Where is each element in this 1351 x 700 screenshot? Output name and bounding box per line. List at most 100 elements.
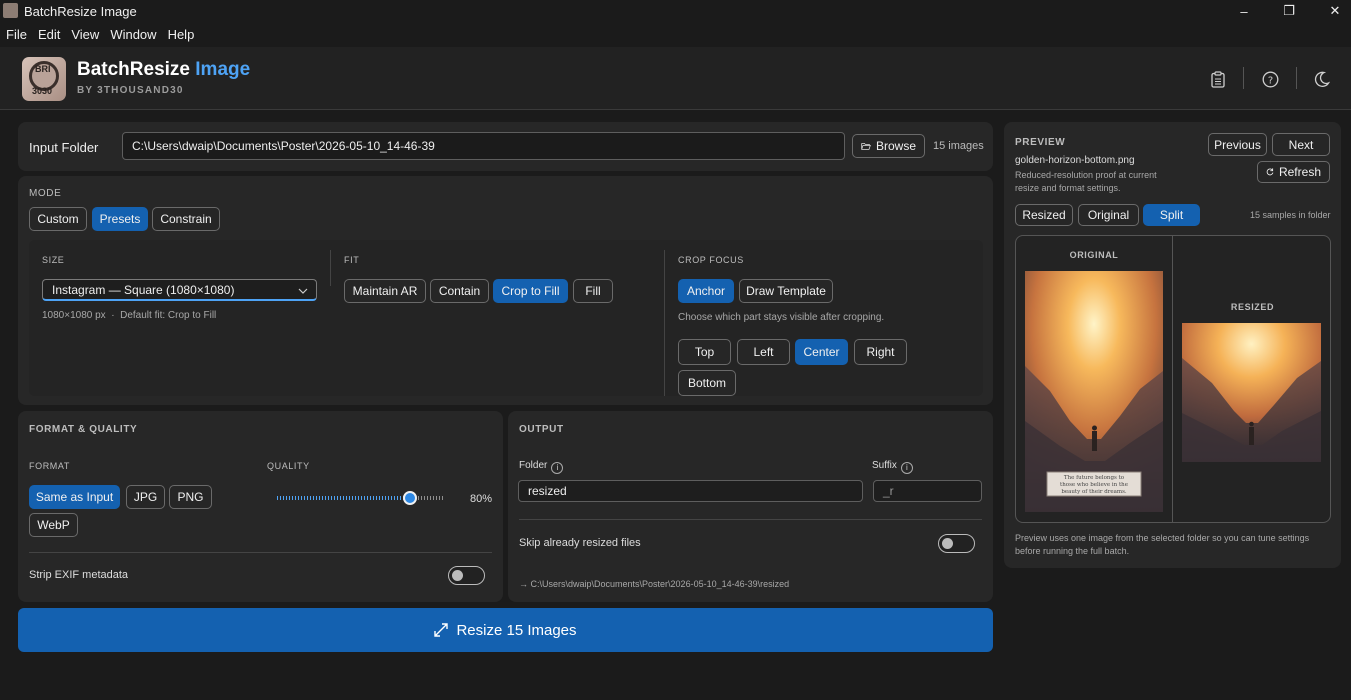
logo-top-text: BRI: [35, 64, 51, 74]
refresh-button[interactable]: Refresh: [1257, 161, 1330, 183]
size-hint: 1080×1080 px · Default fit: Crop to Fill: [42, 310, 217, 321]
samples-count: 15 samples in folder: [1250, 210, 1331, 220]
suffix-field[interactable]: _r: [873, 480, 982, 502]
menu-file[interactable]: File: [6, 27, 27, 42]
mode-panel: MODE Custom Presets Constrain SIZE Insta…: [18, 176, 993, 405]
strip-exif-toggle[interactable]: [448, 566, 485, 585]
expand-arrows-icon: [434, 623, 449, 637]
header-divider: [1296, 67, 1297, 89]
view-resized-button[interactable]: Resized: [1015, 204, 1073, 226]
menu-window[interactable]: Window: [110, 27, 156, 42]
suffix-label: Suffix: [872, 460, 897, 471]
theme-moon-icon[interactable]: [1312, 69, 1332, 89]
view-original-button[interactable]: Original: [1078, 204, 1139, 226]
next-button[interactable]: Next: [1272, 133, 1330, 156]
info-icon[interactable]: i: [551, 462, 564, 474]
previous-button[interactable]: Previous: [1208, 133, 1267, 156]
quote-line-1: The future belongs to: [1064, 475, 1125, 481]
crop-heading: CROP FOCUS: [678, 255, 744, 265]
resized-image: [1182, 323, 1321, 462]
format-png-button[interactable]: PNG: [169, 485, 212, 509]
app-icon: [3, 3, 18, 18]
anchor-right-button[interactable]: Right: [854, 339, 907, 365]
anchor-bottom-button[interactable]: Bottom: [678, 370, 736, 396]
crop-anchor-button[interactable]: Anchor: [678, 279, 734, 303]
output-panel: OUTPUT Folder i resized Suffix i _r Skip a…: [508, 411, 993, 602]
menu-help[interactable]: Help: [168, 27, 195, 42]
resize-images-button[interactable]: Resize 15 Images: [18, 608, 993, 652]
output-folder-field[interactable]: resized: [518, 480, 863, 502]
info-icon[interactable]: i: [900, 462, 913, 474]
window-title: BatchResize Image: [24, 4, 137, 19]
preview-panel: PREVIEW golden-horizon-bottom.png Reduce…: [1004, 122, 1341, 568]
menu-bar: File Edit View Window Help: [0, 22, 1351, 46]
split-preview: ORIGINAL The future belongs to those who…: [1015, 235, 1331, 523]
chevron-down-icon: [298, 288, 308, 294]
fit-maintain-ar-button[interactable]: Maintain AR: [344, 279, 426, 303]
quality-heading: QUALITY: [267, 461, 310, 471]
divider: [330, 250, 331, 286]
refresh-icon: [1266, 168, 1274, 176]
byline: BY 3THOUSAND30: [77, 85, 184, 96]
svg-text:?: ?: [1267, 75, 1272, 86]
quality-slider[interactable]: [277, 491, 443, 505]
mode-custom-button[interactable]: Custom: [29, 207, 87, 231]
mode-heading: MODE: [29, 188, 62, 199]
brand-main: BatchResize: [77, 59, 190, 80]
crop-draw-template-button[interactable]: Draw Template: [739, 279, 833, 303]
maximize-button[interactable]: ❐: [1266, 0, 1312, 22]
fit-heading: FIT: [344, 255, 360, 265]
output-destination-path: → C:\Users\dwaip\Documents\Poster\2026-0…: [519, 579, 790, 589]
refresh-label: Refresh: [1278, 165, 1321, 179]
anchor-center-button[interactable]: Center: [795, 339, 848, 365]
app-brand: BatchResize Image: [77, 59, 250, 81]
input-folder-panel: Input Folder C:\Users\dwaip\Documents\Po…: [18, 122, 993, 171]
menu-edit[interactable]: Edit: [38, 27, 60, 42]
format-jpg-button[interactable]: JPG: [126, 485, 165, 509]
divider: [519, 519, 982, 520]
menu-view[interactable]: View: [71, 27, 99, 42]
preview-footer-line1: Preview uses one image from the selected…: [1015, 533, 1310, 543]
folder-open-icon: [861, 142, 871, 150]
quality-slider-fill: [277, 496, 410, 500]
app-header: BRI 3030 BatchResize Image BY 3THOUSAND3…: [0, 47, 1351, 110]
close-button[interactable]: ✕: [1312, 0, 1351, 22]
crop-description: Choose which part stays visible after cr…: [678, 312, 885, 323]
app-logo: BRI 3030: [22, 57, 66, 101]
preview-description-line1: Reduced-resolution proof at current: [1015, 170, 1157, 180]
preview-filename: golden-horizon-bottom.png: [1015, 155, 1135, 166]
format-quality-heading: FORMAT & QUALITY: [29, 424, 138, 435]
suffix-label-wrap: Suffix i: [872, 460, 913, 474]
fit-contain-button[interactable]: Contain: [430, 279, 489, 303]
resize-images-label: Resize 15 Images: [456, 621, 577, 639]
output-heading: OUTPUT: [519, 424, 564, 435]
quote-line-2: those who believe in the: [1060, 482, 1128, 488]
skip-resized-label: Skip already resized files: [519, 537, 641, 549]
original-image: The future belongs to those who believe …: [1025, 271, 1163, 512]
format-same-as-input-button[interactable]: Same as Input: [29, 485, 120, 509]
skip-resized-toggle[interactable]: [938, 534, 975, 553]
clipboard-icon[interactable]: [1208, 69, 1228, 89]
mode-constrain-button[interactable]: Constrain: [152, 207, 220, 231]
mode-presets-button[interactable]: Presets: [92, 207, 148, 231]
preview-heading: PREVIEW: [1015, 137, 1066, 148]
split-divider[interactable]: [1172, 236, 1173, 522]
browse-button[interactable]: Browse: [852, 134, 925, 158]
minimize-button[interactable]: –: [1221, 0, 1267, 22]
quality-slider-thumb[interactable]: [403, 491, 417, 505]
anchor-top-button[interactable]: Top: [678, 339, 731, 365]
size-preset-dropdown[interactable]: Instagram — Square (1080×1080): [42, 279, 317, 301]
anchor-left-button[interactable]: Left: [737, 339, 790, 365]
title-bar: BatchResize Image – ❐ ✕: [0, 0, 1351, 22]
view-split-button[interactable]: Split: [1143, 204, 1200, 226]
preview-footer-line2: before running the full batch.: [1015, 546, 1130, 556]
format-quality-panel: FORMAT & QUALITY FORMAT Same as Input JP…: [18, 411, 503, 602]
image-count: 15 images: [933, 140, 984, 152]
input-folder-field[interactable]: C:\Users\dwaip\Documents\Poster\2026-05-…: [122, 132, 845, 160]
fit-crop-to-fill-button[interactable]: Crop to Fill: [493, 279, 568, 303]
format-webp-button[interactable]: WebP: [29, 513, 78, 537]
quality-value: 80%: [470, 493, 493, 505]
size-preset-value: Instagram — Square (1080×1080): [52, 282, 235, 297]
help-icon[interactable]: ?: [1260, 69, 1280, 89]
fit-fill-button[interactable]: Fill: [573, 279, 613, 303]
